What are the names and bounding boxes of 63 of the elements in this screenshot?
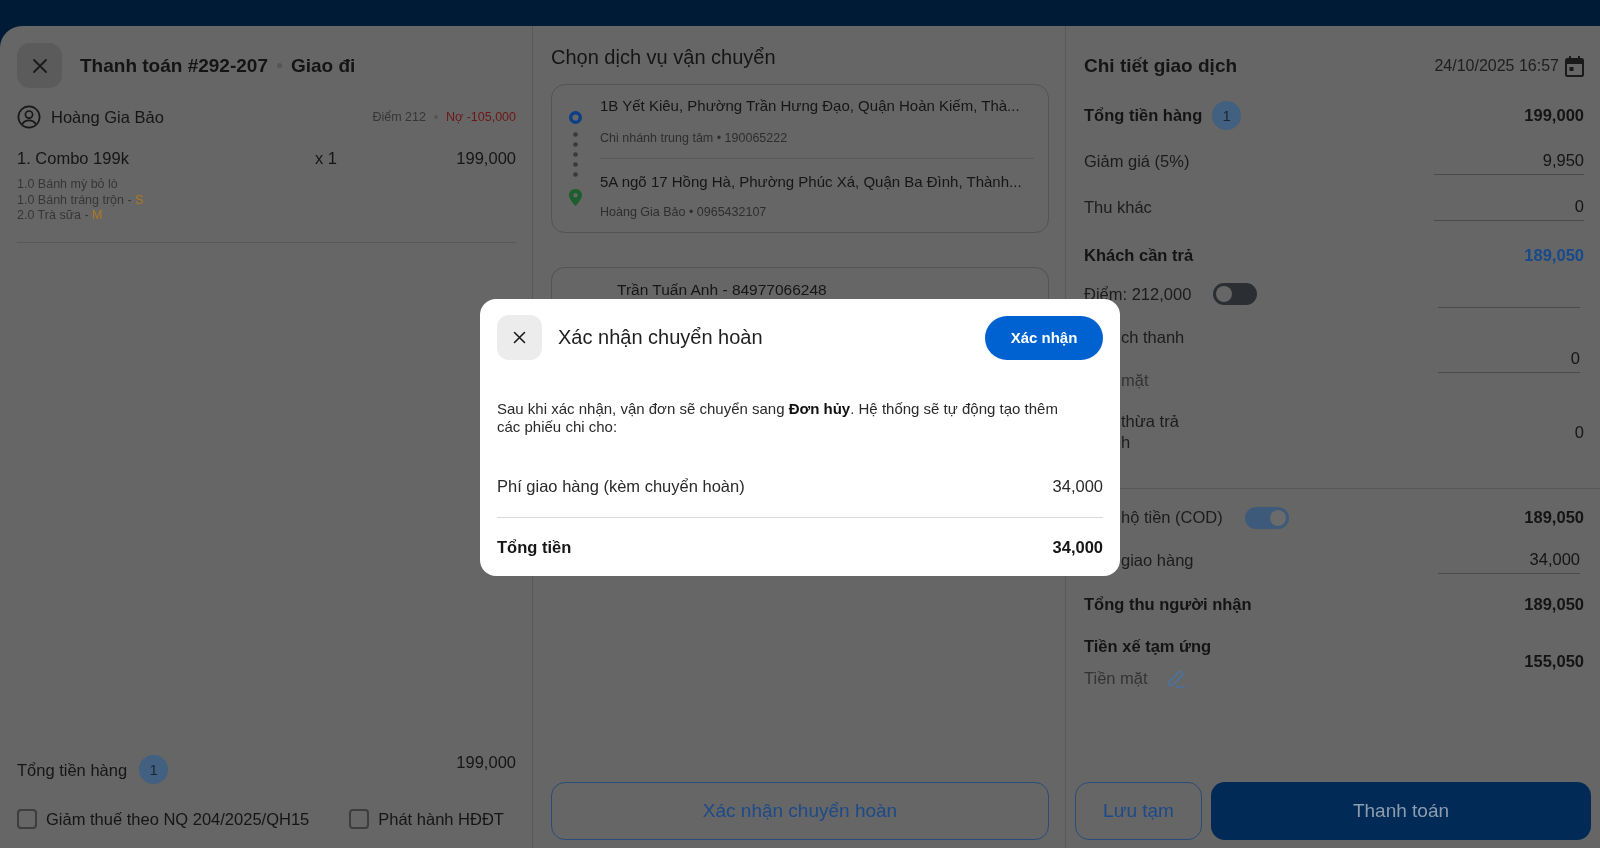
checkbox[interactable]: [17, 809, 37, 829]
summary-value: 189,050: [1524, 507, 1584, 528]
transaction-datetime: 24/10/2025 16:57: [1434, 57, 1559, 75]
location-pin-icon: [569, 189, 582, 206]
checkbox[interactable]: [349, 809, 370, 829]
customer-debt: Nợ -105,000: [445, 110, 516, 124]
dotted-line-icon: [573, 132, 578, 177]
close-icon: [31, 57, 48, 74]
order-type: Giao đi: [290, 54, 356, 77]
total-label: Tổng tiền hàng: [17, 760, 128, 781]
summary-label: giao hàng: [1121, 549, 1194, 571]
summary-value: 0: [1574, 422, 1584, 443]
toggle-switch[interactable]: [1213, 283, 1258, 305]
origin-marker-icon: [569, 111, 582, 124]
item-price: 199,000: [456, 148, 516, 168]
delivery-contact: Hoàng Gia Bảo • 0965432107: [600, 204, 768, 220]
user-icon: [17, 105, 41, 129]
pickup-address: 1B Yết Kiêu, Phường Trần Hưng Đạo, Quận Hoàn Kiếm, Thà...: [600, 96, 1021, 116]
dialog-title: Xác nhận chuyển hoàn: [558, 326, 763, 349]
close-button[interactable]: [17, 43, 62, 88]
summary-label: Tiền xế tạm ứng: [1084, 635, 1212, 657]
item-quantity: x 1: [315, 148, 338, 168]
close-button[interactable]: [497, 315, 542, 360]
total-label: Tổng tiền: [497, 537, 572, 557]
summary-value: 199,000: [1524, 104, 1584, 126]
summary-label: Thu khác: [1084, 196, 1152, 218]
summary-value: 155,050: [1524, 651, 1584, 672]
dialog-message: Sau khi xác nhận, vận đơn sẽ chuyển sang Đơn hủy. Hệ thống sẽ tự động tạo thêm các phiếu chi cho:: [497, 400, 1059, 436]
amount-field[interactable]: 0: [1438, 345, 1580, 373]
summary-value: 189,050: [1524, 244, 1584, 266]
calendar-icon[interactable]: [1565, 55, 1584, 77]
summary-label: Giảm giá (5%): [1084, 150, 1190, 172]
toggle-switch[interactable]: [1244, 506, 1289, 529]
item-name: 1. Combo 199k: [17, 148, 130, 168]
checkbox-label[interactable]: Phát hành HĐĐT: [378, 809, 504, 829]
confirm-button[interactable]: Xác nhận: [985, 315, 1103, 360]
driver-info: Trần Tuấn Anh - 84977066248: [617, 282, 828, 298]
fee-label: Phí giao hàng (kèm chuyển hoàn): [497, 476, 745, 496]
delivery-address: 5A ngõ 17 Hồng Hà, Phường Phúc Xá, Quận Ba Đình, Thành...: [600, 172, 1023, 192]
checkbox-label[interactable]: Giảm thuế theo NQ 204/2025/QH15: [46, 809, 310, 829]
fee-amount: 34,000: [1052, 476, 1103, 496]
amount-field[interactable]: 34,000: [1438, 546, 1580, 574]
customer-name: Hoàng Gia Bảo: [51, 107, 164, 127]
close-icon: [513, 331, 526, 344]
pickup-contact: Chi nhánh trung tâm • 190065222: [600, 130, 789, 146]
total-amount: 34,000: [1052, 537, 1103, 557]
summary-label: ch thanh: [1121, 327, 1185, 348]
summary-label: Khách cần trả: [1084, 244, 1194, 266]
panel-title: Chi tiết giao dịch: [1084, 55, 1238, 77]
total-value: 199,000: [456, 752, 516, 772]
item-count-badge: 1: [1212, 100, 1242, 130]
summary-label: thừa trả h: [1121, 411, 1179, 453]
amount-field[interactable]: 0: [1434, 193, 1584, 221]
section-title: Chọn dịch vụ vận chuyển: [551, 45, 777, 70]
amount-field[interactable]: 9,950: [1434, 147, 1584, 175]
summary-value: 189,050: [1524, 593, 1584, 615]
order-title: Thanh toán #292-207: [80, 54, 268, 77]
item-count-badge: 1: [139, 755, 169, 784]
summary-label: hộ tiền (COD): [1121, 507, 1223, 528]
pencil-icon[interactable]: [1165, 668, 1185, 688]
summary-label: Tổng tiền hàng: [1084, 104, 1203, 126]
pay-button[interactable]: Thanh toán: [1211, 782, 1591, 840]
summary-label: Tổng thu người nhận: [1084, 593, 1252, 615]
